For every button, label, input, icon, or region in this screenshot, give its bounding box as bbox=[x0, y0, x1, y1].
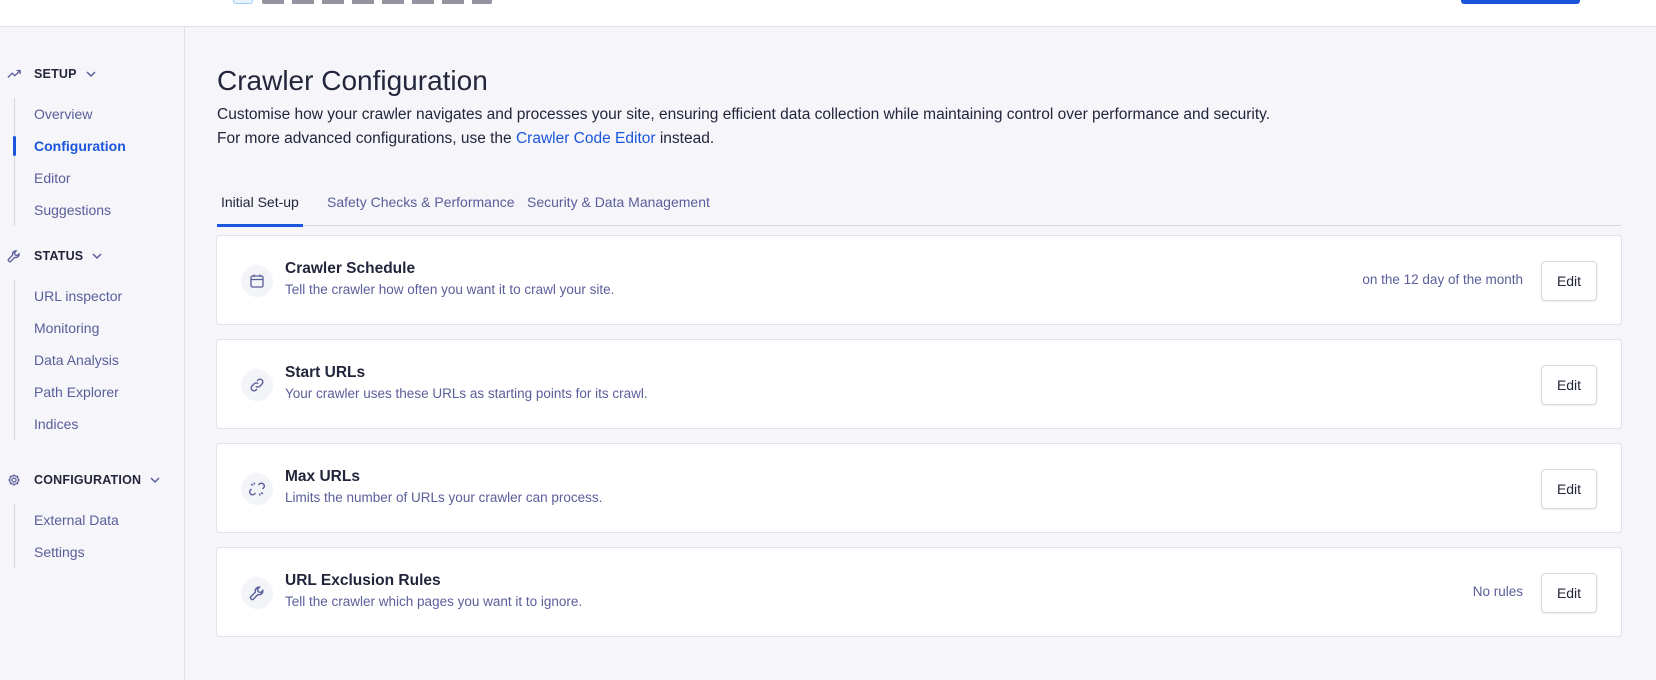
top-bar bbox=[0, 0, 1656, 27]
sidebar-item-configuration[interactable]: Configuration bbox=[13, 130, 185, 162]
card-value: No rules bbox=[1472, 584, 1523, 599]
page-description: Customise how your crawler navigates and… bbox=[217, 103, 1597, 151]
sidebar-section-title: CONFIGURATION bbox=[34, 473, 142, 487]
card-subtitle: Tell the crawler how often you want it t… bbox=[285, 282, 615, 297]
sidebar-section-header[interactable]: STATUS bbox=[0, 246, 185, 266]
sidebar-section-configuration: CONFIGURATION External Data Settings bbox=[0, 470, 185, 568]
edit-button[interactable]: Edit bbox=[1541, 365, 1597, 405]
card-title: Crawler Schedule bbox=[285, 260, 416, 277]
app-selector[interactable] bbox=[262, 0, 492, 4]
chevron-down-icon bbox=[91, 250, 103, 262]
gear-icon bbox=[6, 472, 22, 488]
card-subtitle: Your crawler uses these URLs as starting… bbox=[285, 386, 648, 401]
sidebar-list: External Data Settings bbox=[14, 504, 185, 568]
tab-security-data-management[interactable]: Security & Data Management bbox=[523, 184, 714, 226]
sidebar-section-title: SETUP bbox=[34, 67, 77, 81]
trending-up-icon bbox=[6, 66, 22, 82]
card-title: URL Exclusion Rules bbox=[285, 572, 441, 589]
description-text: instead. bbox=[659, 130, 715, 147]
url-exclusion-rules-card: URL Exclusion Rules Tell the crawler whi… bbox=[216, 547, 1622, 637]
sidebar-item-monitoring[interactable]: Monitoring bbox=[15, 312, 185, 344]
sidebar-item-url-inspector[interactable]: URL inspector bbox=[15, 280, 185, 312]
card-title: Max URLs bbox=[285, 468, 360, 485]
primary-action-button[interactable] bbox=[1461, 0, 1580, 4]
description-line: For more advanced configurations, use th… bbox=[217, 127, 1597, 151]
sidebar-item-indices[interactable]: Indices bbox=[15, 408, 185, 440]
sidebar-section-header[interactable]: SETUP bbox=[0, 64, 185, 84]
edit-button[interactable]: Edit bbox=[1541, 261, 1597, 301]
main-content: Crawler Configuration Customise how your… bbox=[186, 27, 1656, 680]
page-title: Crawler Configuration bbox=[217, 65, 488, 96]
crawler-schedule-card: Crawler Schedule Tell the crawler how of… bbox=[216, 235, 1622, 325]
start-urls-card: Start URLs Your crawler uses these URLs … bbox=[216, 339, 1622, 429]
card-subtitle: Tell the crawler which pages you want it… bbox=[285, 594, 583, 609]
sidebar-item-data-analysis[interactable]: Data Analysis bbox=[15, 344, 185, 376]
sidebar-section-title: STATUS bbox=[34, 249, 84, 263]
wrench-icon bbox=[241, 577, 273, 609]
card-title: Start URLs bbox=[285, 364, 366, 381]
sidebar-item-settings[interactable]: Settings bbox=[15, 536, 185, 568]
sidebar-item-external-data[interactable]: External Data bbox=[15, 504, 185, 536]
chevron-down-icon bbox=[85, 68, 97, 80]
app-icon[interactable] bbox=[233, 0, 253, 4]
edit-button[interactable]: Edit bbox=[1541, 573, 1597, 613]
calendar-icon bbox=[241, 265, 273, 297]
sidebar-list: Overview Configuration Editor Suggestion… bbox=[13, 98, 185, 226]
sidebar-item-editor[interactable]: Editor bbox=[15, 162, 185, 194]
sidebar-section-header[interactable]: CONFIGURATION bbox=[0, 470, 185, 490]
card-subtitle: Limits the number of URLs your crawler c… bbox=[285, 490, 603, 505]
crawler-code-editor-link[interactable]: Crawler Code Editor bbox=[516, 130, 656, 147]
sidebar-section-status: STATUS URL inspector Monitoring Data Ana… bbox=[0, 246, 185, 440]
sidebar: SETUP Overview Configuration Editor Sugg… bbox=[0, 27, 185, 680]
chevron-down-icon bbox=[149, 474, 161, 486]
sidebar-item-suggestions[interactable]: Suggestions bbox=[15, 194, 185, 226]
tab-initial-setup[interactable]: Initial Set-up bbox=[217, 184, 303, 227]
broken-link-icon bbox=[241, 473, 273, 505]
link-icon bbox=[241, 369, 273, 401]
description-line: Customise how your crawler navigates and… bbox=[217, 106, 1271, 123]
sidebar-item-overview[interactable]: Overview bbox=[15, 98, 185, 130]
description-text: For more advanced configurations, use th… bbox=[217, 130, 512, 147]
edit-button[interactable]: Edit bbox=[1541, 469, 1597, 509]
sidebar-list: URL inspector Monitoring Data Analysis P… bbox=[14, 280, 185, 440]
sidebar-section-setup: SETUP Overview Configuration Editor Sugg… bbox=[0, 64, 185, 226]
sidebar-item-path-explorer[interactable]: Path Explorer bbox=[15, 376, 185, 408]
tab-bar: Initial Set-up Safety Checks & Performan… bbox=[217, 184, 1621, 227]
wrench-icon bbox=[6, 248, 22, 264]
max-urls-card: Max URLs Limits the number of URLs your … bbox=[216, 443, 1622, 533]
card-value: on the 12 day of the month bbox=[1362, 272, 1523, 287]
tab-safety-checks-performance[interactable]: Safety Checks & Performance bbox=[323, 184, 519, 226]
